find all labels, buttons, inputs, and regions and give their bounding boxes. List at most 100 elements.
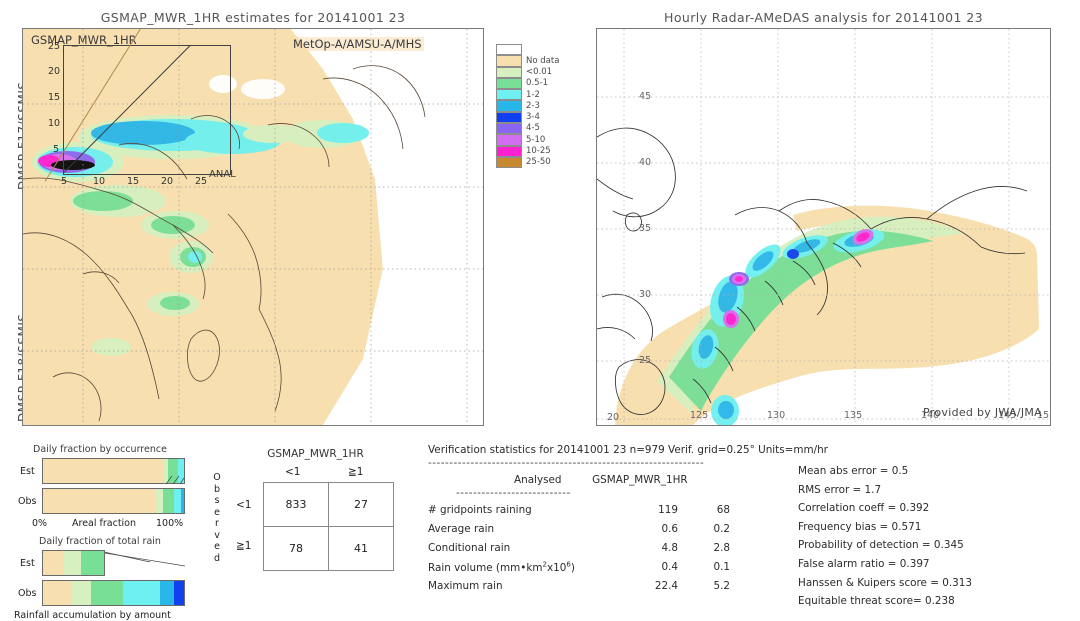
colorbar-row-9: 10-25 bbox=[496, 145, 580, 157]
inset-x-tick-25: 25 bbox=[195, 176, 208, 187]
bar1-obs-label: Obs bbox=[18, 496, 37, 507]
colorbar-swatch bbox=[496, 156, 522, 169]
stats-row-label: Maximum rain bbox=[428, 580, 503, 592]
colorbar-swatch bbox=[496, 44, 522, 56]
fraction-bar-charts: Daily fraction by occurrence Est Obs 0% … bbox=[0, 440, 200, 621]
lat-tick-40: 40 bbox=[639, 157, 652, 168]
bar1-axis-max: 100% bbox=[156, 518, 184, 529]
bar1-axis-label: Areal fraction bbox=[72, 518, 137, 529]
colorbar-row-4: 1-2 bbox=[496, 89, 580, 101]
stats-col-analysed: Analysed bbox=[514, 474, 562, 486]
contingency-row-header-1: <1 bbox=[236, 499, 252, 511]
stats-score-line: Probability of detection = 0.345 bbox=[798, 539, 964, 552]
stats-value-model: 68 bbox=[716, 504, 730, 516]
observed-letter: e bbox=[214, 506, 220, 518]
lon-tick-125: 125 bbox=[690, 410, 709, 421]
lon-tick-130: 130 bbox=[767, 410, 786, 421]
colorbar-label: 0.5-1 bbox=[526, 78, 548, 89]
colorbar-row-10: 25-50 bbox=[496, 156, 580, 169]
colorbar-label: <0.01 bbox=[526, 66, 553, 77]
lat-tick-25: 25 bbox=[639, 355, 652, 366]
observed-letter: v bbox=[214, 529, 220, 541]
colorbar-label: 3-4 bbox=[526, 112, 540, 123]
stats-row: Maximum rain bbox=[428, 580, 503, 592]
contingency-observed-label: Observed bbox=[212, 472, 222, 564]
bar2-obs bbox=[42, 580, 185, 606]
colorbar-row-5: 2-3 bbox=[496, 100, 580, 112]
colorbar-swatch bbox=[496, 66, 522, 78]
colorbar-swatch bbox=[496, 100, 522, 112]
verification-statistics: Verification statistics for 20141001 23 … bbox=[428, 444, 1080, 612]
inset-anal-label: ANAL bbox=[209, 169, 236, 180]
lat-tick-20: 20 bbox=[607, 412, 620, 423]
bar1-obs bbox=[42, 488, 185, 514]
colorbar-swatch bbox=[496, 134, 522, 146]
colorbar-row-0 bbox=[496, 44, 580, 56]
cell-hit-miss-10: 78 bbox=[263, 526, 329, 571]
stats-score-line: Frequency bias = 0.571 bbox=[798, 520, 922, 533]
inset-y-tick-20: 20 bbox=[48, 66, 61, 77]
bar-chart2-title: Daily fraction of total rain bbox=[39, 536, 161, 547]
inset-x-tick-10: 10 bbox=[93, 176, 106, 187]
colorbar-row-8: 5-10 bbox=[496, 134, 580, 146]
left-panel-title: GSMAP_MWR_1HR estimates for 20141001 23 bbox=[100, 10, 406, 25]
stats-row-label: Conditional rain bbox=[428, 542, 511, 554]
cell-hit-miss-00: 833 bbox=[263, 482, 329, 527]
inset-x-tick-20: 20 bbox=[161, 176, 174, 187]
colorbar-label: 2-3 bbox=[526, 100, 540, 111]
observed-letter: r bbox=[215, 518, 219, 529]
bar2-obs-label: Obs bbox=[18, 588, 37, 599]
data-credit: Provided by JWA/JMA bbox=[923, 406, 1042, 419]
stats-col-model: GSMAP_MWR_1HR bbox=[592, 474, 688, 486]
bar2-est bbox=[42, 550, 105, 576]
colorbar-row-7: 4-5 bbox=[496, 123, 580, 135]
bar1-axis-min: 0% bbox=[32, 518, 48, 529]
stats-score-line: RMS error = 1.7 bbox=[798, 483, 882, 496]
contingency-col-header-2: ≧1 bbox=[348, 466, 364, 478]
cell-hit-miss-01: 27 bbox=[328, 482, 394, 527]
stats-score-line: False alarm ratio = 0.397 bbox=[798, 558, 930, 570]
colorbar-label: No data bbox=[526, 55, 560, 66]
colorbar-swatch bbox=[496, 55, 522, 67]
observed-letter: s bbox=[214, 495, 220, 506]
left-sensor-tag-metop: MetOp-A/AMSU-A/MHS bbox=[291, 37, 424, 51]
inset-x-tick-15: 15 bbox=[127, 176, 140, 187]
observed-letter: b bbox=[213, 483, 221, 495]
stats-value-analysed: 119 bbox=[658, 504, 678, 516]
colorbar-swatch bbox=[496, 123, 522, 135]
stats-value-model: 0.1 bbox=[713, 561, 730, 573]
observed-letter: d bbox=[213, 552, 221, 564]
bar-chart1-title: Daily fraction by occurrence bbox=[33, 444, 167, 455]
bar1-est-label: Est bbox=[20, 466, 35, 477]
table-row: 833 27 bbox=[263, 482, 394, 527]
observed-letter: O bbox=[213, 472, 221, 483]
cell-hit-miss-11: 41 bbox=[328, 526, 394, 571]
colorbar-label: 4-5 bbox=[526, 123, 540, 134]
contingency-table-title: GSMAP_MWR_1HR bbox=[267, 448, 364, 460]
colorbar-row-3: 0.5-1 bbox=[496, 77, 580, 90]
colorbar-swatch bbox=[496, 111, 522, 124]
observed-letter: e bbox=[214, 541, 220, 552]
colorbar-label: 5-10 bbox=[526, 134, 546, 145]
colorbar-row-6: 3-4 bbox=[496, 111, 580, 124]
stats-row: Average rain bbox=[428, 523, 494, 535]
colorbar-swatch bbox=[496, 77, 522, 90]
stats-row-label: # gridpoints raining bbox=[428, 504, 532, 516]
stats-row: Rain volume (mm•km2x106) bbox=[428, 561, 575, 574]
stats-score-line: Hanssen & Kuipers score = 0.313 bbox=[798, 576, 973, 589]
stats-value-analysed: 4.8 bbox=[661, 542, 678, 554]
stats-value-analysed: 0.6 bbox=[661, 523, 678, 535]
contingency-row-header-2: ≧1 bbox=[236, 540, 252, 552]
gsmap-estimate-map[interactable]: GSMAP_MWR_1HR MetOp-A/AMSU-A/MHS 25 20 1… bbox=[22, 28, 484, 426]
bar1-est bbox=[42, 458, 185, 484]
stats-score-line: Correlation coeff = 0.392 bbox=[798, 502, 930, 515]
stats-value-model: 0.2 bbox=[713, 523, 730, 535]
lat-tick-30: 30 bbox=[639, 289, 652, 300]
radar-amedas-map[interactable]: 45 40 35 30 25 20 125 130 135 140 145 15… bbox=[596, 28, 1051, 426]
inset-y-tick-5: 5 bbox=[53, 144, 60, 155]
stats-value-model: 2.8 bbox=[713, 542, 730, 554]
colorbar-row-2: <0.01 bbox=[496, 66, 580, 78]
stats-divider-2: --------------------------- bbox=[456, 487, 571, 499]
stats-score-line: Equitable threat score= 0.238 bbox=[798, 595, 955, 608]
stats-row: # gridpoints raining bbox=[428, 504, 532, 516]
